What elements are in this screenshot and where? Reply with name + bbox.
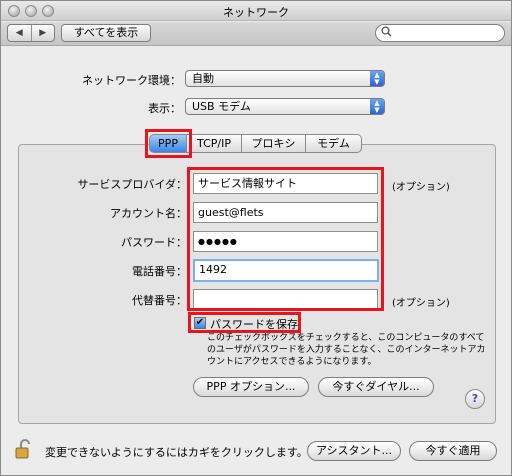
popup-arrows-icon: ▲ ▼	[370, 99, 384, 114]
search-icon	[381, 26, 392, 40]
tab-tcpip[interactable]: TCP/IP	[187, 134, 242, 153]
service-provider-label: サービスプロバイダ：	[77, 178, 187, 191]
save-password-help-text: このチェックボックスをチェックすると、このコンピュータのすべてのユーザがパスワー…	[207, 333, 486, 367]
assistant-button[interactable]: アシスタント...	[307, 441, 401, 461]
service-provider-optional: (オプション)	[392, 182, 450, 193]
phone-number-label: 電話番号：	[132, 265, 187, 278]
location-label: ネットワーク環境：	[82, 74, 181, 87]
apply-now-button[interactable]: 今すぐ適用	[409, 441, 497, 461]
password-label: パスワード：	[121, 236, 187, 249]
back-forward-control: ◀ ▶	[7, 24, 55, 42]
alternate-number-label: 代替番号：	[132, 294, 187, 307]
search-input[interactable]	[375, 24, 505, 42]
account-name-label: アカウント名：	[110, 207, 187, 220]
alternate-number-field[interactable]	[193, 289, 378, 310]
location-popup[interactable]: 自動 ▲ ▼	[185, 70, 385, 87]
show-all-button[interactable]: すべてを表示	[61, 24, 151, 42]
phone-number-field[interactable]: 1492	[193, 259, 379, 282]
help-button[interactable]: ?	[465, 389, 485, 409]
toolbar: ◀ ▶ すべてを表示	[1, 22, 511, 46]
dial-now-button[interactable]: 今すぐダイヤル...	[318, 377, 434, 397]
save-password-checkbox[interactable]: ✔	[194, 317, 206, 329]
forward-icon[interactable]: ▶	[32, 25, 55, 41]
location-value: 自動	[192, 72, 214, 85]
back-icon[interactable]: ◀	[8, 25, 32, 41]
show-label: 表示：	[148, 102, 181, 115]
settings-tabs: PPP TCP/IP プロキシ モデム	[149, 134, 362, 153]
lock-message: 変更できないようにするにはカギをクリックします。	[45, 446, 308, 459]
service-provider-field[interactable]: サービス情報サイト	[193, 173, 378, 194]
tab-modem[interactable]: モデム	[306, 134, 362, 153]
alternate-number-optional: (オプション)	[392, 298, 450, 309]
title-bar: ネットワーク	[1, 1, 511, 21]
popup-arrows-icon: ▲ ▼	[370, 71, 384, 86]
tab-proxies[interactable]: プロキシ	[242, 134, 306, 153]
window-title: ネットワーク	[223, 6, 289, 19]
ppp-options-button[interactable]: PPP オプション...	[193, 377, 309, 397]
show-popup[interactable]: USB モデム ▲ ▼	[185, 98, 385, 115]
network-preferences-window: ネットワーク ◀ ▶ すべてを表示 ネットワーク環境： 自動 ▲ ▼ 表示： US…	[0, 0, 512, 476]
password-field[interactable]: ●●●●●	[193, 231, 378, 252]
show-value: USB モデム	[192, 100, 251, 113]
lock-icon[interactable]	[15, 439, 31, 459]
tab-ppp[interactable]: PPP	[149, 134, 187, 153]
account-name-field[interactable]: guest@flets	[193, 202, 378, 223]
save-password-label: パスワードを保存	[210, 318, 298, 331]
